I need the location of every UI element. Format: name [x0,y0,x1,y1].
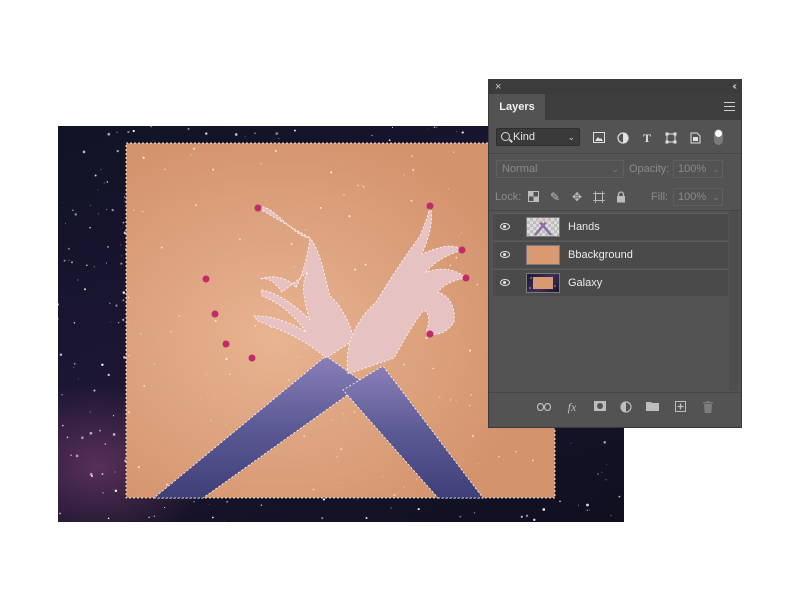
layer-name: Bbackground [568,249,633,261]
search-icon [501,132,510,141]
layer-thumbnail [526,245,560,265]
fill-value: 100% [678,191,707,203]
type-filter-icon[interactable]: T [641,132,653,144]
lock-image-pixels-icon[interactable]: ✎ [549,191,561,203]
layer-row-galaxy[interactable]: Galaxy [493,269,728,296]
opacity-field[interactable]: 100% ⌄ [673,160,723,178]
opacity-value: 100% [678,163,707,175]
new-adjustment-icon[interactable] [619,401,633,413]
delete-layer-icon[interactable] [701,401,715,413]
layer-thumbnail [526,217,560,237]
new-group-icon[interactable] [645,401,659,413]
lock-position-icon[interactable]: ✥ [571,191,583,203]
collapse-icon[interactable]: ‹‹ [732,80,736,94]
chevron-down-icon: ⌄ [712,164,720,174]
layers-panel: × ‹‹ Layers Kind ⌄ T Normal ⌄ Opacity: 1… [488,79,742,428]
tab-layers[interactable]: Layers [489,94,545,120]
smart-object-filter-icon[interactable] [689,132,701,144]
panel-tab-bar: Layers [489,94,741,120]
blend-row: Normal ⌄ Opacity: 100% ⌄ [489,158,741,180]
kind-filter-select[interactable]: Kind ⌄ [496,128,580,146]
panel-title-strip: × ‹‹ [489,80,741,94]
kind-filter-label: Kind [513,131,536,143]
layers-scrollbar[interactable] [729,211,739,391]
lock-row: Lock: ✎ ✥ Fill: 100% ⌄ [489,186,741,208]
close-icon[interactable]: × [495,80,501,94]
opacity-label: Opacity: [629,163,670,175]
eye-icon[interactable] [500,223,510,230]
chevron-down-icon: ⌄ [611,164,619,174]
adjustment-filter-icon[interactable] [617,132,629,144]
hamburger-icon[interactable] [724,102,735,111]
layers-bottom-toolbar: fx [489,392,741,421]
layer-row-bbackground[interactable]: Bbackground [493,241,728,268]
lock-artboard-icon[interactable] [593,191,605,203]
shape-filter-icon[interactable] [665,132,677,144]
fill-field[interactable]: 100% ⌄ [673,188,723,206]
filter-toggle[interactable] [714,129,723,145]
layer-name: Galaxy [568,277,603,289]
link-layers-icon[interactable] [536,401,552,413]
eye-icon[interactable] [500,279,510,286]
layer-name: Hands [568,221,600,233]
fx-icon[interactable]: fx [565,401,579,413]
image-filter-icon[interactable] [593,132,605,144]
lock-label: Lock: [495,191,522,203]
blend-mode-select[interactable]: Normal ⌄ [496,160,624,178]
divider [489,153,741,154]
layer-thumbnail [526,273,560,293]
lock-all-icon[interactable] [615,191,627,203]
lock-transparent-pixels-icon[interactable] [527,191,539,203]
blend-mode-value: Normal [502,163,538,175]
new-layer-icon[interactable] [673,401,687,413]
add-mask-icon[interactable] [593,401,607,413]
filter-row: Kind ⌄ T [489,126,741,152]
layer-row-hands[interactable]: Hands [493,213,728,240]
chevron-down-icon: ⌄ [567,132,575,142]
fill-label: Fill: [651,191,669,203]
divider [489,210,741,211]
eye-icon[interactable] [500,251,510,258]
chevron-down-icon: ⌄ [712,192,720,202]
